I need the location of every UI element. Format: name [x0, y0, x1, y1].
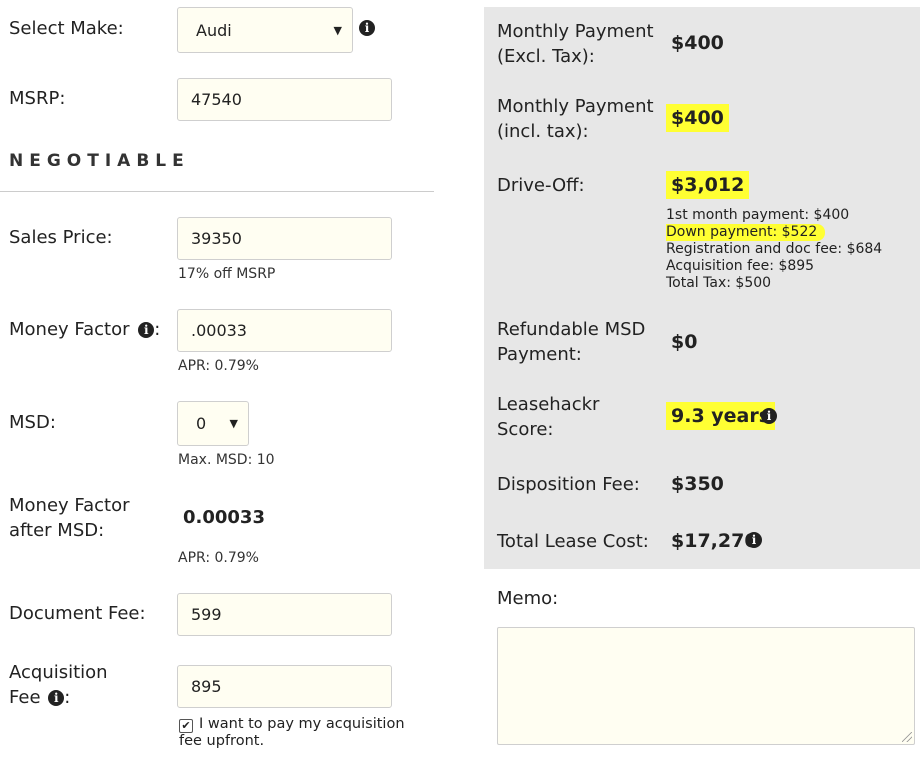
acquisition-fee-colon: :: [64, 687, 71, 708]
money-factor-apr: APR: 0.79%: [178, 358, 259, 374]
chevron-down-icon: ▼: [229, 417, 238, 430]
sales-price-label: Sales Price:: [9, 227, 113, 248]
money-factor-input[interactable]: .00033: [177, 309, 392, 352]
monthly-incl-label: Monthly Payment (incl. tax):: [497, 94, 654, 144]
resize-grip-icon[interactable]: [902, 732, 912, 742]
mf-after-msd-label-line2: after MSD:: [9, 520, 105, 541]
section-title-negotiable: NEGOTIABLE: [9, 151, 190, 171]
mf-after-msd-label: Money Factor after MSD:: [9, 493, 130, 543]
pay-acquisition-upfront-option[interactable]: ✔ I want to pay my acquisition fee upfron…: [179, 716, 405, 750]
pay-upfront-text-line1: I want to pay my acquisition: [199, 716, 405, 732]
score-label-line1: Leasehackr: [497, 394, 600, 415]
make-select-value: Audi: [196, 20, 232, 40]
breakdown-first-month: 1st month payment: $400: [666, 207, 850, 223]
section-divider: [0, 191, 434, 192]
disposition-fee-label: Disposition Fee:: [497, 474, 640, 495]
memo-label: Memo:: [497, 588, 559, 609]
info-icon[interactable]: i: [746, 532, 762, 548]
refundable-msd-label-line2: Payment:: [497, 344, 582, 365]
sales-price-discount-note: 17% off MSRP: [178, 266, 276, 282]
acquisition-fee-label-line2: Fee: [9, 687, 41, 708]
document-fee-label: Document Fee:: [9, 603, 146, 624]
document-fee-input[interactable]: 599: [177, 593, 392, 636]
info-icon[interactable]: i: [761, 408, 777, 424]
monthly-incl-label-line1: Monthly Payment: [497, 96, 654, 117]
money-factor-colon: :: [154, 319, 161, 340]
select-make-label: Select Make:: [9, 18, 124, 39]
score-label-line2: Score:: [497, 419, 554, 440]
disposition-fee-value: $350: [671, 473, 724, 495]
checkmark-icon[interactable]: ✔: [179, 719, 193, 733]
breakdown-registration-doc-fee: Registration and doc fee: $684: [666, 241, 883, 257]
monthly-incl-label-line2: (incl. tax):: [497, 121, 589, 142]
monthly-excl-value: $400: [671, 32, 724, 54]
acquisition-fee-input[interactable]: 895: [177, 665, 392, 708]
msrp-label: MSRP:: [9, 88, 66, 109]
total-lease-cost-label: Total Lease Cost:: [497, 531, 649, 552]
chevron-down-icon: ▼: [333, 23, 342, 37]
breakdown-acquisition-fee: Acquisition fee: $895: [666, 258, 815, 274]
breakdown-down-payment: Down payment: $522: [666, 224, 826, 241]
money-factor-label-text: Money Factor: [9, 319, 130, 340]
info-icon[interactable]: i: [48, 690, 65, 706]
monthly-excl-label-line1: Monthly Payment: [497, 21, 654, 42]
monthly-incl-value: $400: [666, 104, 729, 132]
mf-after-msd-apr: APR: 0.79%: [178, 550, 259, 566]
msrp-input[interactable]: 47540: [177, 78, 392, 121]
breakdown-total-tax: Total Tax: $500: [666, 275, 772, 291]
score-value: 9.3 years: [666, 402, 776, 430]
memo-textarea[interactable]: [497, 627, 915, 745]
drive-off-label: Drive-Off:: [497, 175, 585, 196]
total-lease-cost-value: $17,270: [671, 530, 758, 552]
msd-label: MSD:: [9, 412, 56, 433]
mf-after-msd-label-line1: Money Factor: [9, 495, 130, 516]
info-icon[interactable]: i: [359, 20, 375, 36]
monthly-excl-label-line2: (Excl. Tax):: [497, 46, 595, 67]
pay-upfront-text-line2: fee upfront.: [179, 733, 265, 749]
drive-off-value: $3,012: [666, 171, 750, 199]
acquisition-fee-label: Acquisition Fee i:: [9, 660, 108, 710]
score-label: Leasehackr Score:: [497, 392, 599, 442]
msd-select-value: 0: [196, 414, 207, 433]
sales-price-input[interactable]: 39350: [177, 217, 392, 260]
msd-select[interactable]: 0 ▼: [177, 401, 249, 446]
make-select[interactable]: Audi ▼: [177, 7, 353, 53]
mf-after-msd-value: 0.00033: [183, 507, 265, 528]
monthly-excl-label: Monthly Payment (Excl. Tax):: [497, 19, 654, 69]
info-icon[interactable]: i: [138, 322, 155, 338]
refundable-msd-label: Refundable MSD Payment:: [497, 317, 645, 367]
money-factor-label: Money Factor i:: [9, 317, 160, 342]
refundable-msd-label-line1: Refundable MSD: [497, 319, 646, 340]
refundable-msd-value: $0: [671, 331, 698, 353]
max-msd-note: Max. MSD: 10: [178, 452, 275, 468]
acquisition-fee-label-line1: Acquisition: [9, 662, 108, 683]
drive-off-breakdown: 1st month payment: $400 Down payment: $5…: [666, 207, 882, 292]
